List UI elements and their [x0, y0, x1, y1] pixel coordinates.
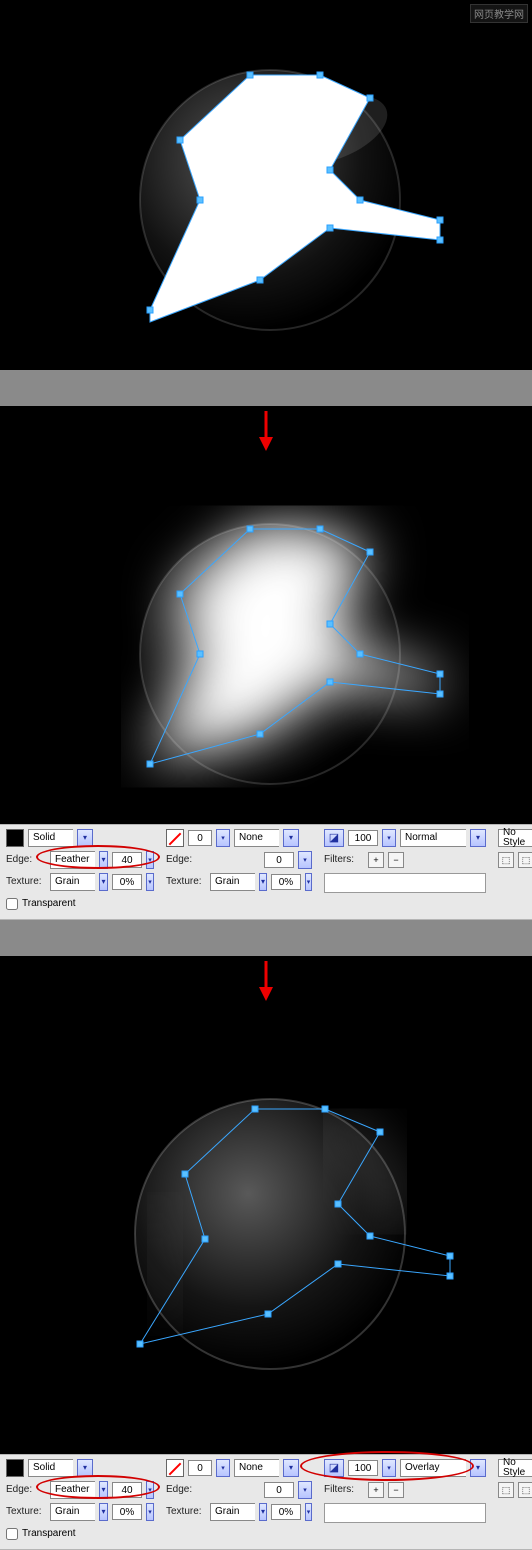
arrow-down-1: [0, 406, 532, 454]
fill-texture-dropdown[interactable]: Grain: [50, 873, 95, 891]
filters-label: Filters:: [324, 855, 364, 865]
opacity-icon[interactable]: ◪: [324, 829, 344, 847]
opacity-input[interactable]: [348, 830, 378, 846]
texture-amount-input[interactable]: [112, 874, 142, 890]
fill-type-dropdown-2[interactable]: Solid: [28, 1459, 73, 1477]
stroke-edge-input[interactable]: [264, 852, 294, 868]
fill-texture-dropdown-2[interactable]: Grain: [50, 1503, 95, 1521]
filters-list[interactable]: [324, 873, 486, 893]
arrow-down-2: [0, 956, 532, 1004]
blend-mode-dropdown-2[interactable]: Overlay: [400, 1459, 466, 1477]
style-dropdown[interactable]: No Style: [498, 829, 532, 847]
feather-stepper[interactable]: ▾: [146, 851, 154, 869]
stroke-type-dropdown-2[interactable]: None: [234, 1459, 279, 1477]
add-filter-button[interactable]: +: [368, 852, 384, 868]
canvas-svg-1: [0, 0, 532, 370]
style-dropdown-2[interactable]: No Style: [498, 1459, 532, 1477]
opacity-icon-2[interactable]: ◪: [324, 1459, 344, 1477]
stroke-type-dropdown[interactable]: None: [234, 829, 279, 847]
stroke-texture-dropdown[interactable]: Grain: [210, 873, 255, 891]
style-btn-2[interactable]: ⬚: [518, 852, 532, 868]
fill-type-dropdown[interactable]: Solid: [28, 829, 73, 847]
style-btn-1[interactable]: ⬚: [498, 852, 514, 868]
properties-panel-1: Solid▾ Edge: Feather▾ ▾ Texture: Grain▾ …: [0, 824, 532, 920]
feather-amount-input[interactable]: [112, 852, 142, 868]
feather-amount-input-2[interactable]: [112, 1482, 142, 1498]
remove-filter-button-2[interactable]: −: [388, 1482, 404, 1498]
stroke-swatch[interactable]: [166, 829, 184, 847]
fill-swatch[interactable]: [6, 829, 24, 847]
blend-mode-dropdown[interactable]: Normal: [400, 829, 466, 847]
stroke-width-input[interactable]: [188, 830, 212, 846]
fill-edge-dropdown[interactable]: Feather: [50, 851, 95, 869]
stroke-edge-label: Edge:: [166, 855, 206, 865]
fill-edge-dropdown-2[interactable]: Feather: [50, 1481, 95, 1499]
properties-panel-2: Solid▾ Edge: Feather▾ ▾ Texture: Grain▾ …: [0, 1454, 532, 1550]
fill-type-arrow[interactable]: ▾: [77, 829, 93, 847]
opacity-input-2[interactable]: [348, 1460, 378, 1476]
separator-2: [0, 920, 532, 956]
remove-filter-button[interactable]: −: [388, 852, 404, 868]
watermark: 网页教学网: [470, 4, 528, 23]
canvas-step3: [0, 1004, 532, 1454]
texture-label: Texture:: [6, 877, 46, 887]
edge-label: Edge:: [6, 855, 46, 865]
transparent-checkbox-2[interactable]: [6, 1528, 18, 1540]
canvas-step2: [0, 454, 532, 824]
separator-1: [0, 370, 532, 406]
add-filter-button-2[interactable]: +: [368, 1482, 384, 1498]
canvas-step1: 网页教学网: [0, 0, 532, 370]
filters-list-2[interactable]: [324, 1503, 486, 1523]
canvas-svg-2: [0, 454, 532, 824]
transparent-label: Transparent: [22, 899, 76, 909]
canvas-svg-3: [0, 1004, 532, 1454]
stroke-swatch-2[interactable]: [166, 1459, 184, 1477]
transparent-checkbox[interactable]: [6, 898, 18, 910]
fill-swatch-2[interactable]: [6, 1459, 24, 1477]
